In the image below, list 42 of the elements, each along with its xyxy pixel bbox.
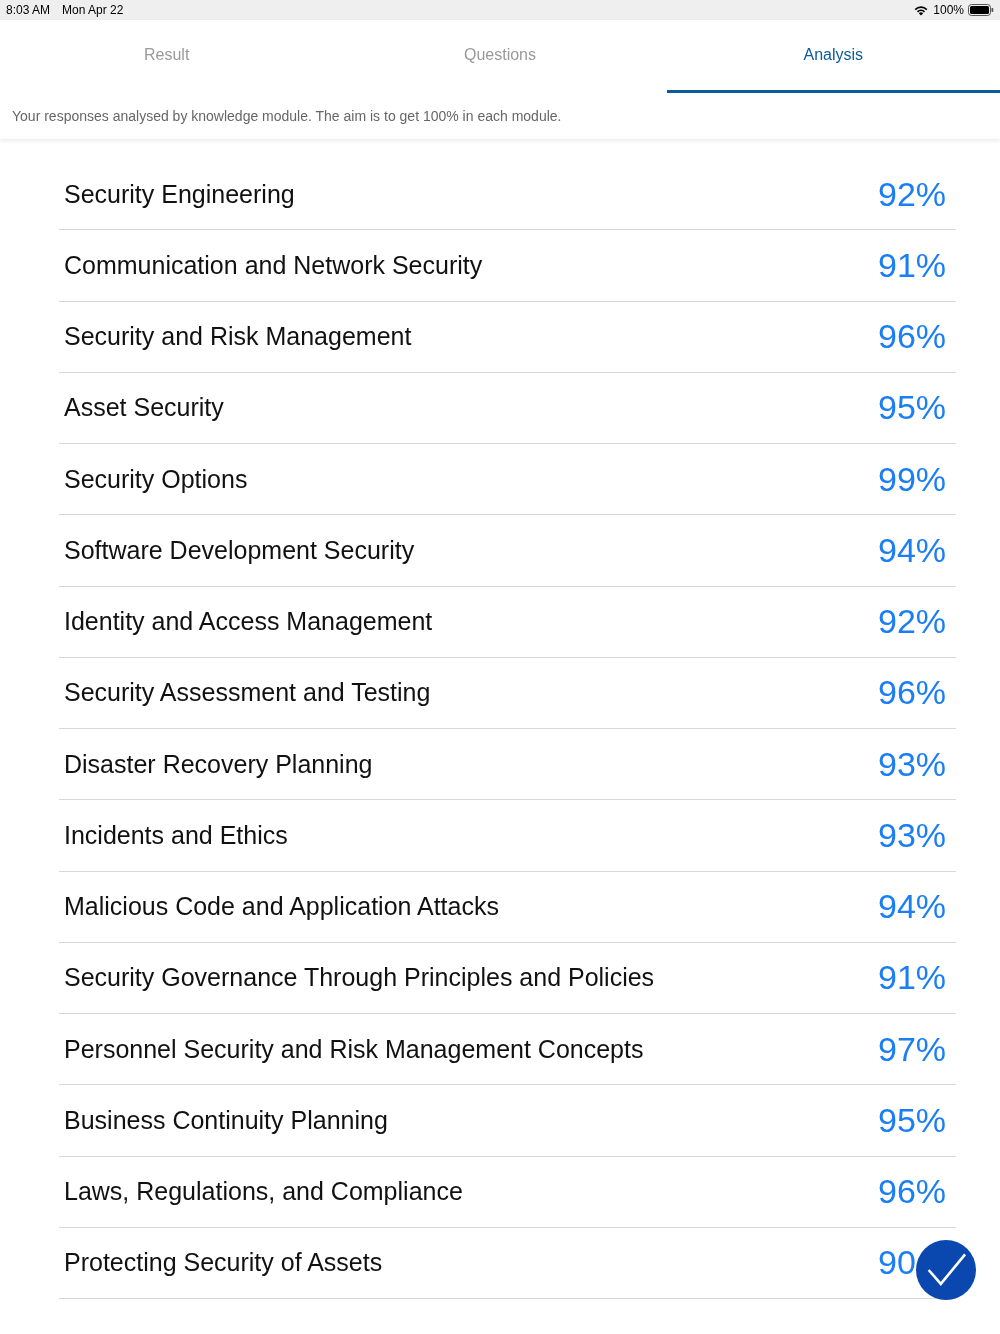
tab[interactable]: Questions	[333, 20, 667, 93]
battery-icon	[968, 4, 994, 16]
module-name: Identity and Access Management	[64, 607, 433, 637]
description-text: Your responses analysed by knowledge module. The aim is to get 100% in each module.	[11, 107, 563, 126]
module-name: Communication and Network Security	[64, 250, 483, 280]
battery-percent: 100%	[933, 3, 964, 17]
module-score: 99%	[878, 459, 948, 499]
status-date: Mon Apr 22	[62, 3, 124, 17]
module-score: 95%	[878, 388, 948, 428]
module-name: Security Governance Through Principles and Policies	[64, 963, 655, 993]
module-name: Security Engineering	[64, 179, 295, 209]
module-score: 90	[878, 1243, 917, 1283]
module-name: Disaster Recovery Planning	[64, 749, 373, 779]
module-score: 94%	[878, 530, 948, 570]
module-score: 91%	[878, 245, 948, 285]
module-name: Malicious Code and Application Attacks	[64, 892, 499, 922]
module-name: Security Options	[64, 464, 248, 494]
module-name: Security and Risk Management	[64, 322, 412, 352]
module-score: 95%	[878, 1100, 948, 1140]
module-score: 96%	[878, 317, 948, 357]
module-score: 93%	[878, 744, 948, 784]
module-score: 97%	[878, 1029, 948, 1069]
module-score: 93%	[878, 815, 948, 855]
module-score: 94%	[878, 887, 948, 927]
module-name: Asset Security	[64, 393, 224, 423]
status-time: 8:03 AM	[6, 3, 51, 17]
module-score: 92%	[878, 602, 948, 642]
module-name: Incidents and Ethics	[64, 820, 288, 850]
module-name: Software Development Security	[64, 535, 415, 565]
module-name: Protecting Security of Assets	[64, 1248, 383, 1278]
module-score: 96%	[878, 1172, 948, 1212]
check-button[interactable]	[916, 1240, 976, 1300]
tab[interactable]: Result	[0, 20, 334, 93]
module-name: Business Continuity Planning	[64, 1105, 388, 1135]
module-score: 91%	[878, 958, 948, 998]
module-name: Laws, Regulations, and Compliance	[64, 1177, 463, 1207]
tab[interactable]: Analysis	[666, 20, 1000, 93]
module-name: Security Assessment and Testing	[64, 678, 431, 708]
module-score: 96%	[878, 673, 948, 713]
module-score: 92%	[878, 174, 948, 214]
module-name: Personnel Security and Risk Management Concepts	[64, 1034, 644, 1064]
wifi-icon	[913, 4, 930, 16]
